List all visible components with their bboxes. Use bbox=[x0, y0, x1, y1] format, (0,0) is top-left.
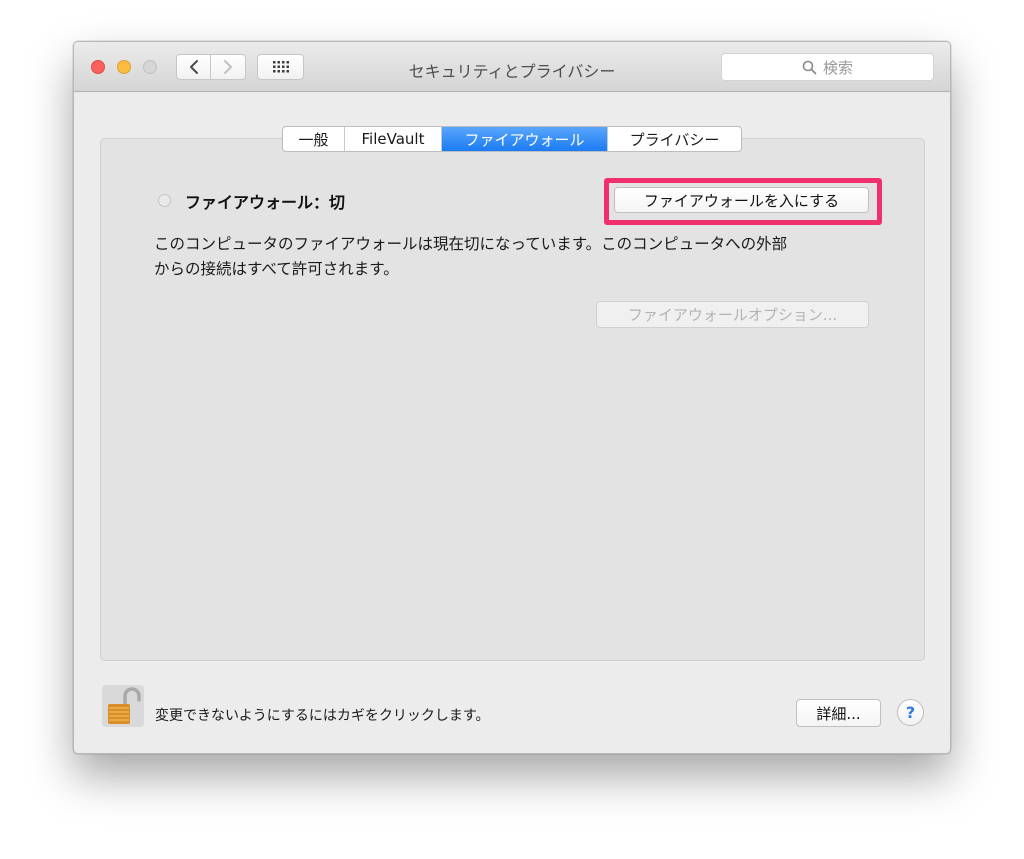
tab-firewall[interactable]: ファイアウォール bbox=[442, 127, 608, 151]
enable-firewall-button[interactable]: ファイアウォールを入にする bbox=[614, 187, 869, 213]
firewall-description: このコンピュータのファイアウォールは現在切になっています。このコンピュータへの外… bbox=[154, 232, 874, 282]
tab-bar: 一般 FileVault ファイアウォール プライバシー bbox=[282, 126, 742, 152]
tab-general[interactable]: 一般 bbox=[283, 127, 345, 151]
details-button[interactable]: 詳細... bbox=[796, 699, 881, 727]
lock-icon[interactable] bbox=[102, 685, 144, 727]
titlebar: セキュリティとプライバシー 検索 bbox=[74, 42, 950, 92]
preferences-window: セキュリティとプライバシー 検索 一般 FileVault ファイアウォール プ… bbox=[73, 41, 951, 754]
firewall-description-line-2: からの接続はすべて許可されます。 bbox=[154, 260, 399, 278]
firewall-status-label: ファイアウォール：切 bbox=[185, 193, 346, 212]
tab-filevault[interactable]: FileVault bbox=[345, 127, 442, 151]
help-icon[interactable]: ? bbox=[897, 699, 924, 726]
firewall-options-button[interactable]: ファイアウォールオプション... bbox=[596, 301, 869, 328]
firewall-status-indicator bbox=[158, 194, 171, 207]
firewall-description-line-1: このコンピュータのファイアウォールは現在切になっています。このコンピュータへの外… bbox=[154, 235, 788, 253]
search-icon bbox=[802, 60, 817, 74]
search-input[interactable]: 検索 bbox=[721, 53, 934, 81]
tab-privacy[interactable]: プライバシー bbox=[608, 127, 741, 151]
search-placeholder: 検索 bbox=[822, 58, 853, 77]
lock-hint-text: 変更できないようにするにはカギをクリックします。 bbox=[155, 708, 490, 724]
